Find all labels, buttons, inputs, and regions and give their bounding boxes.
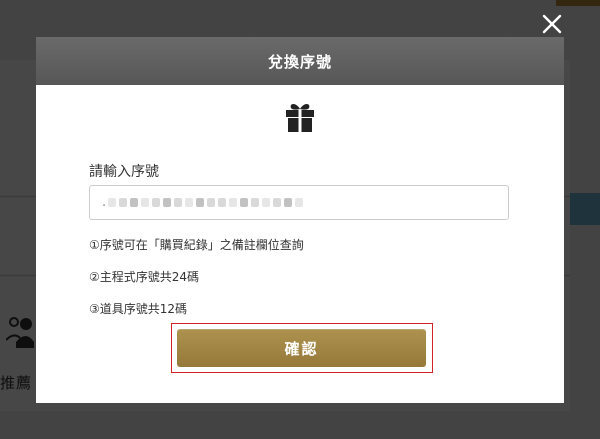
serial-input[interactable]: . [89,185,509,220]
gift-icon [283,100,317,134]
note-where-to-find: ①序號可在「購買紀錄」之備註欄位查詢 [89,238,304,252]
serial-input-value: . [102,195,107,210]
masked-serial [108,197,304,209]
serial-input-label: 請輸入序號 [89,164,159,180]
confirm-highlight: 確認 [171,323,433,373]
close-icon [542,14,562,34]
page: 推薦 兌換序號 請輸入序號 . [0,0,600,439]
dialog-title: 兌換序號 [36,37,564,85]
note-item-length: ③道具序號共12碼 [89,302,188,316]
redeem-serial-dialog: 兌換序號 請輸入序號 . ①序號可在「購買紀錄」之備註欄位查詢 ②主程式序號共2… [36,37,564,403]
note-main-program-length: ②主程式序號共24碼 [89,270,200,284]
confirm-button[interactable]: 確認 [177,329,426,367]
close-button[interactable] [540,12,564,36]
